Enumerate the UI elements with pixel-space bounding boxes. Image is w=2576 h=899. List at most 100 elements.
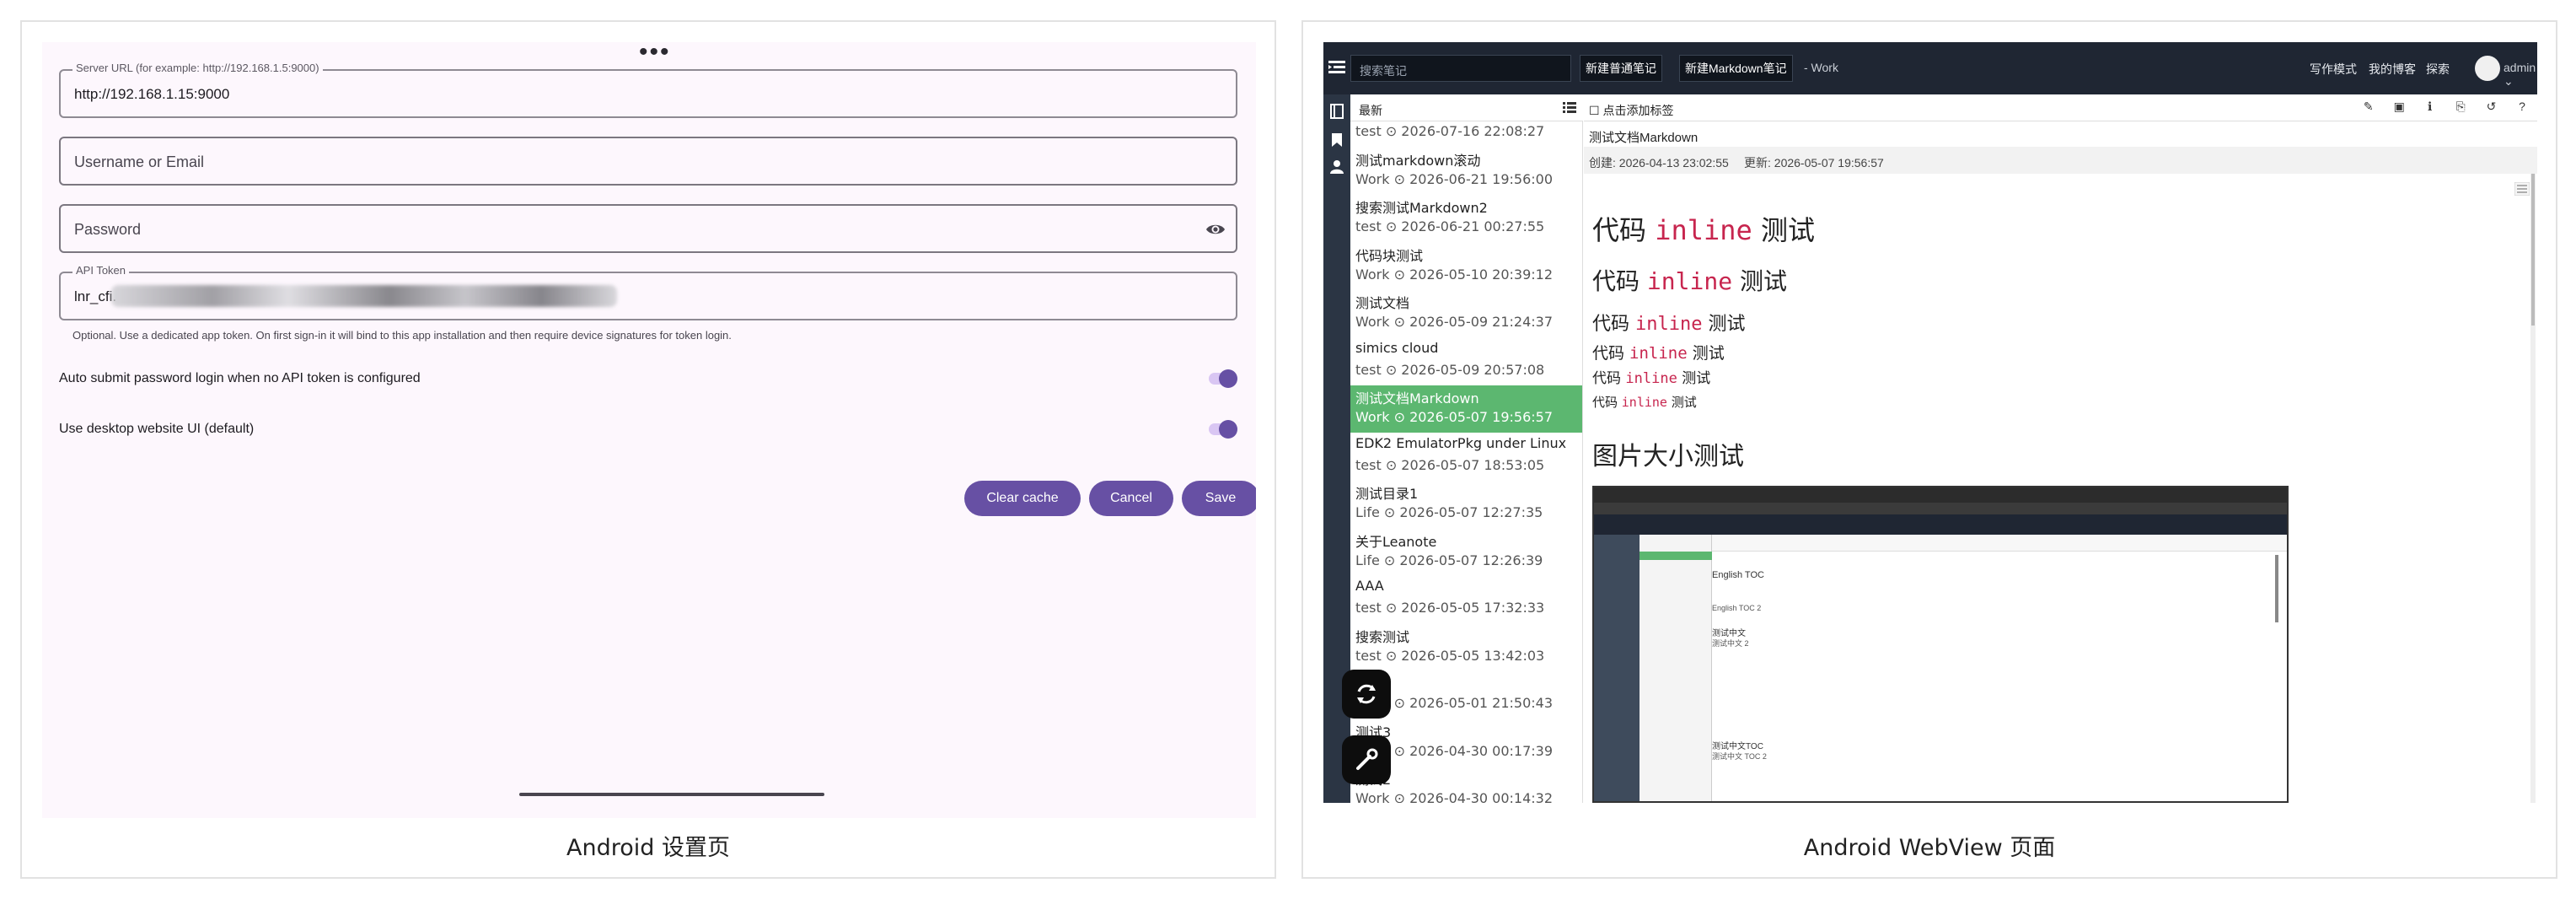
cancel-button[interactable]: Cancel <box>1089 481 1173 516</box>
note-item-meta: Life ⊙ 2026-05-07 12:26:39 <box>1355 552 1543 568</box>
server-url-value: http://192.168.1.15:9000 <box>74 86 230 102</box>
note-item-meta: Work ⊙ 2026-05-09 21:24:37 <box>1355 314 1554 330</box>
list-item[interactable]: simics cloud test ⊙ 2026-05-09 20:57:08 <box>1350 338 1582 385</box>
note-item-title: AAA <box>1355 578 1384 594</box>
content-scroll-thumb[interactable] <box>2531 174 2535 326</box>
new-markdown-button[interactable]: 新建Markdown笔记 <box>1679 55 1793 82</box>
search-input[interactable]: 搜索笔记 <box>1350 55 1571 82</box>
avatar[interactable] <box>2475 56 2500 81</box>
heading-h4: 代码 inline 测试 <box>1592 344 1725 363</box>
note-item-meta: test ⊙ 2026-05-07 18:53:05 <box>1355 456 1545 473</box>
new-note-button[interactable]: 新建普通笔记 <box>1580 55 1662 82</box>
settings-fab[interactable] <box>1342 735 1391 784</box>
sync-fab[interactable] <box>1342 670 1391 719</box>
writing-mode-link[interactable]: 写作模式 <box>2310 61 2357 78</box>
user-icon[interactable] <box>1328 159 1345 175</box>
toc-icon[interactable] <box>2514 182 2530 196</box>
embedded-screenshot: English TOC English TOC 2 测试中文 测试中文 2 测试… <box>1592 486 2289 803</box>
heading-h1: 代码 inline 测试 <box>1592 214 1815 246</box>
heading-h6: 代码 inline 测试 <box>1592 395 1697 410</box>
list-item[interactable]: 搜索测试Markdown2 test ⊙ 2026-06-21 00:27:55 <box>1350 195 1582 242</box>
auto-submit-label: Auto submit password login when no API t… <box>59 371 421 385</box>
note-item-meta: Life ⊙ 2026-05-07 12:27:35 <box>1355 504 1543 520</box>
note-item-meta: test ⊙ 2026-05-09 20:57:08 <box>1355 361 1545 378</box>
note-item-meta: test ⊙ 2026-07-16 22:08:27 <box>1355 123 1545 139</box>
save-button[interactable]: Save <box>1182 481 1256 516</box>
api-token-helper: Optional. Use a dedicated app token. On … <box>72 329 732 342</box>
embedded-toc3b: 测试中文 TOC 2 <box>1712 752 1767 761</box>
edit-icon[interactable]: ✎ <box>2360 100 2377 116</box>
note-item-title: simics cloud <box>1355 339 1439 356</box>
redacted-token-blur <box>111 285 617 307</box>
history-icon[interactable]: ↺ <box>2483 100 2500 116</box>
heading-h5: 代码 inline 测试 <box>1592 370 1711 387</box>
list-view-icon[interactable] <box>1563 102 1576 114</box>
info-icon[interactable]: ℹ <box>2422 100 2439 116</box>
note-item-title: 代码块测试 <box>1355 247 1424 264</box>
android-webview-panel: 搜索笔记 新建普通笔记 新建Markdown笔记 - Work 写作模式 我的博… <box>1301 20 2557 879</box>
visibility-icon[interactable] <box>1205 219 1226 240</box>
android-settings-panel: ••• Server URL (for example: http://192.… <box>20 20 1276 879</box>
explore-link[interactable]: 探索 <box>2426 61 2450 78</box>
tag-icon[interactable] <box>1328 132 1345 148</box>
top-bar: 搜索笔记 新建普通笔记 新建Markdown笔记 - Work 写作模式 我的博… <box>1323 42 2537 94</box>
list-item[interactable]: 测试markdown滚动 Work ⊙ 2026-06-21 19:56:00 <box>1350 148 1582 195</box>
heading-h3: 代码 inline 测试 <box>1592 314 1746 335</box>
note-item-title: 测试文档 <box>1355 295 1410 311</box>
list-item[interactable]: EDK2 EmulatorPkg under Linux test ⊙ 2026-… <box>1350 433 1582 481</box>
note-item-meta: Work ⊙ 2026-06-21 19:56:00 <box>1355 170 1554 187</box>
note-item-meta: Work ⊙ 2026-05-10 20:39:12 <box>1355 266 1554 283</box>
desktop-ui-setting: Use desktop website UI (default) <box>59 415 1237 445</box>
left-caption: Android 设置页 <box>566 835 730 861</box>
add-tag-link[interactable]: ☐ 点击添加标签 <box>1589 102 1673 119</box>
list-item[interactable]: 测试文档Markdown Work ⊙ 2026-05-07 19:56:57 <box>1350 385 1582 433</box>
wrench-icon <box>1356 748 1378 770</box>
list-item[interactable]: 搜索测试 test ⊙ 2026-05-05 13:42:03 <box>1350 624 1582 671</box>
embedded-toc1b: English TOC 2 <box>1712 604 1762 612</box>
right-caption: Android WebView 页面 <box>1803 835 2056 861</box>
note-item-title: 搜索测试 <box>1355 628 1410 645</box>
api-token-value: lnr_cfi. <box>74 288 117 304</box>
editor-toolbar: ☐ 点击添加标签 ✎ ▣ ℹ ⎘ ↺ ? <box>1584 94 2537 121</box>
api-token-field[interactable]: API Token lnr_cfi. <box>59 264 1237 320</box>
list-item[interactable]: 测试目录1 Life ⊙ 2026-05-07 12:27:35 <box>1350 481 1582 528</box>
api-token-label: API Token <box>72 264 130 277</box>
attachment-icon[interactable]: ⎘ <box>2452 100 2469 116</box>
list-item[interactable]: 测试文档 Work ⊙ 2026-05-09 21:24:37 <box>1350 290 1582 337</box>
list-item[interactable]: 代码块测试 Work ⊙ 2026-05-10 20:39:12 <box>1350 243 1582 290</box>
server-url-field[interactable]: Server URL (for example: http://192.168.… <box>59 62 1237 118</box>
note-title: 测试文档Markdown <box>1589 131 1699 145</box>
password-placeholder: Password <box>74 221 142 238</box>
password-field[interactable]: Password <box>59 204 1237 253</box>
image-size-heading: 图片大小测试 <box>1592 442 1744 471</box>
help-icon[interactable]: ? <box>2514 100 2530 116</box>
note-list-header: 最新 <box>1350 94 1583 121</box>
embedded-toc3: 测试中文TOC <box>1712 742 1763 751</box>
list-item[interactable]: AAA test ⊙ 2026-05-05 17:32:33 <box>1350 576 1582 623</box>
auto-submit-setting: Auto submit password login when no API t… <box>59 364 1237 395</box>
note-item-title: 测试文档Markdown <box>1355 390 1479 406</box>
desktop-ui-toggle[interactable] <box>1209 420 1237 439</box>
note-item-meta: Work ⊙ 2026-05-07 19:56:57 <box>1355 409 1554 425</box>
auto-submit-toggle[interactable] <box>1209 369 1237 388</box>
note-item-title: 测试markdown滚动 <box>1355 152 1481 169</box>
created-time: 创建: 2026-04-13 23:02:55 <box>1589 156 1729 170</box>
menu-toggle-icon[interactable] <box>1328 61 1345 74</box>
save-icon[interactable]: ▣ <box>2391 100 2407 116</box>
note-title-bar[interactable]: 测试文档Markdown <box>1584 121 2537 147</box>
user-menu[interactable]: admin ⌄ <box>2504 61 2537 89</box>
list-title: 最新 <box>1359 104 1382 117</box>
webview-screen: 搜索笔记 新建普通笔记 新建Markdown笔记 - Work 写作模式 我的博… <box>1323 42 2537 803</box>
note-item-meta: test ⊙ 2026-05-05 17:32:33 <box>1355 600 1545 616</box>
list-item[interactable]: 关于Leanote Life ⊙ 2026-05-07 12:26:39 <box>1350 529 1582 576</box>
more-dots-icon[interactable]: ••• <box>639 42 671 65</box>
my-blog-link[interactable]: 我的博客 <box>2369 61 2416 78</box>
gesture-nav-bar[interactable] <box>519 793 824 796</box>
clear-cache-button[interactable]: Clear cache <box>964 481 1081 516</box>
list-item[interactable]: testtest ⊙ 2026-07-16 22:08:27 <box>1350 121 1582 147</box>
updated-time: 更新: 2026-05-07 19:56:57 <box>1744 156 1884 170</box>
embedded-toc1: English TOC <box>1712 570 1764 580</box>
desktop-ui-label: Use desktop website UI (default) <box>59 422 255 436</box>
notebook-icon[interactable] <box>1328 103 1345 120</box>
username-field[interactable]: Username or Email <box>59 137 1237 186</box>
